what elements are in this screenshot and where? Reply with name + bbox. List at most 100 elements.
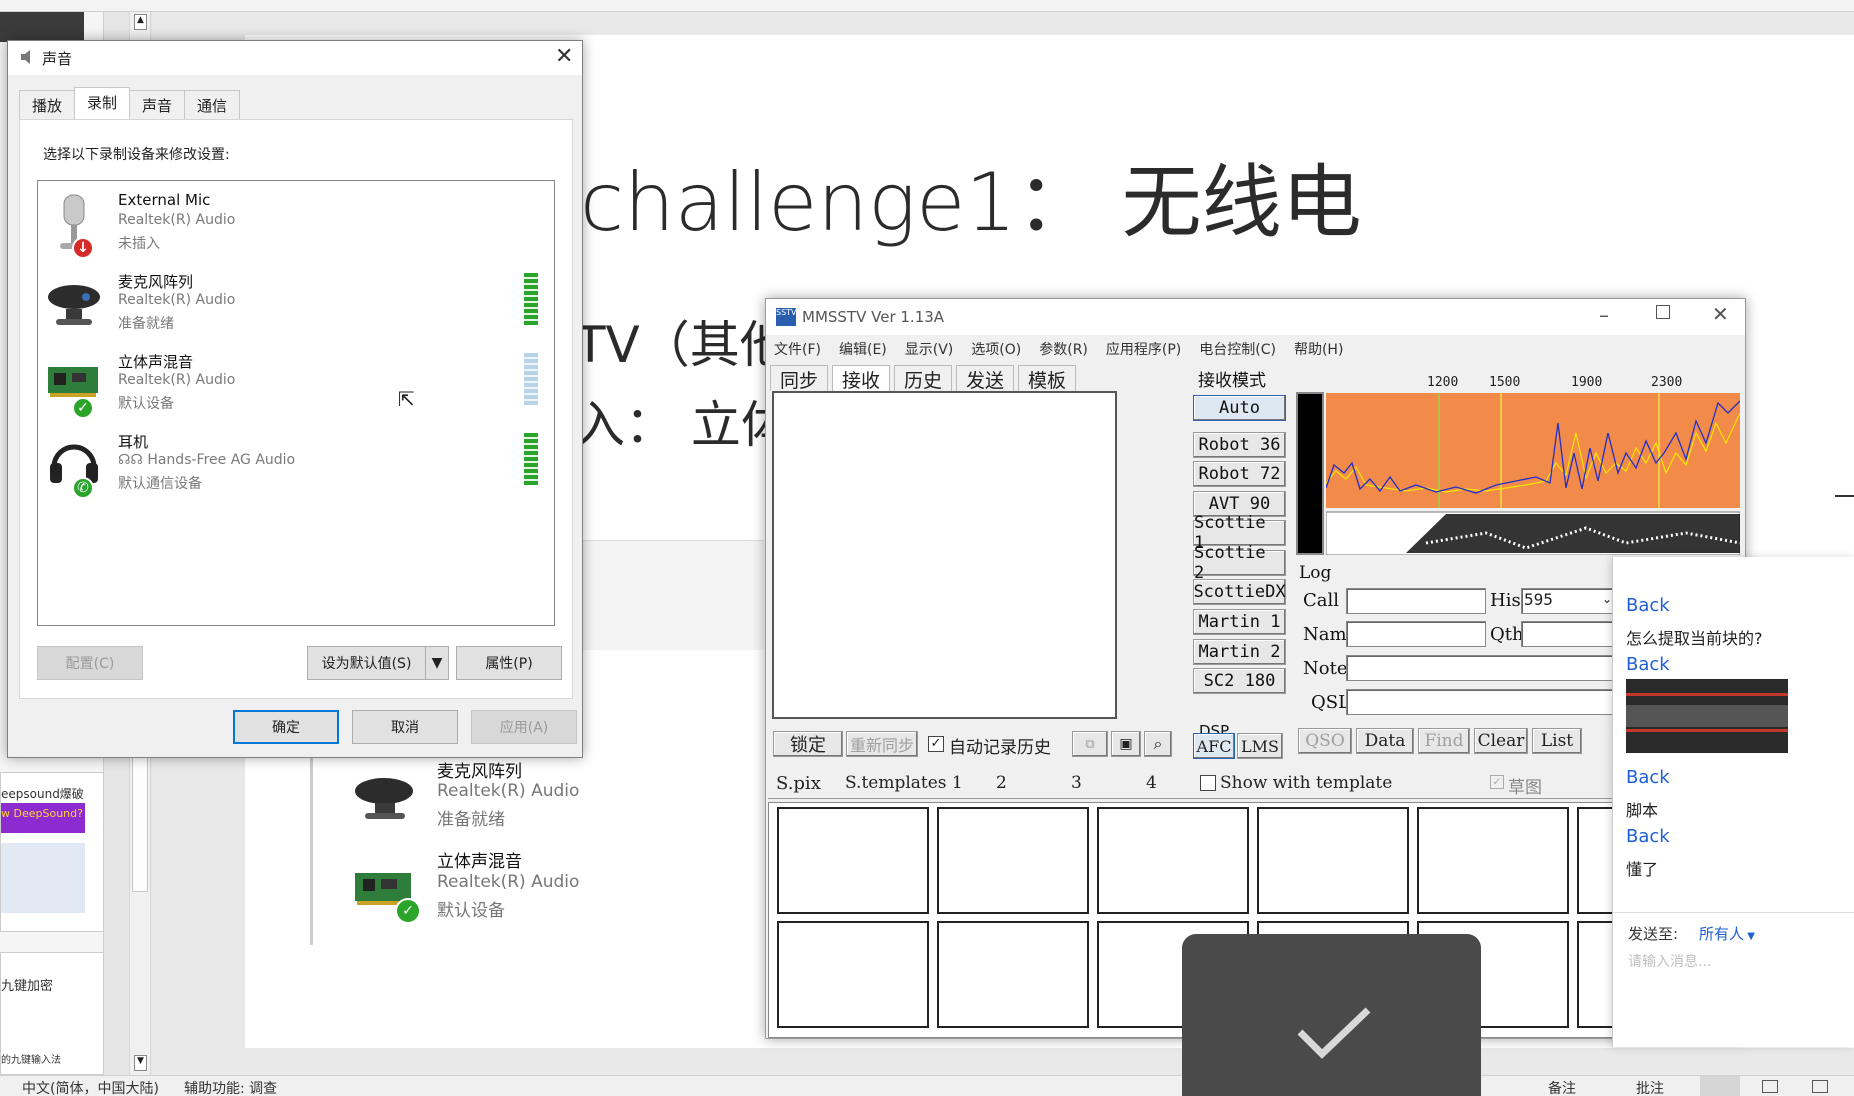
his-select[interactable]: 595 ⌄ [1521, 588, 1617, 614]
mode-scottie2[interactable]: Scottie 2 [1193, 543, 1286, 583]
maximize-icon[interactable] [1656, 305, 1670, 319]
qth-input[interactable] [1521, 621, 1617, 647]
slide-thumbnail[interactable]: 九键加密 的九键输入法 [0, 952, 104, 1075]
resync-button[interactable]: 重新同步 [846, 731, 918, 757]
picture-slot[interactable] [937, 921, 1089, 1028]
lock-button[interactable]: 锁定 [773, 731, 843, 757]
qso-button[interactable]: QSO [1298, 728, 1352, 754]
afc-button[interactable]: AFC [1193, 733, 1235, 759]
data-button[interactable]: Data [1356, 728, 1414, 754]
picture-slot[interactable] [1257, 807, 1409, 914]
mode-martin1[interactable]: Martin 1 [1193, 609, 1286, 635]
slide-thumbnail[interactable]: eepsound爆破 w DeepSound? [0, 772, 104, 932]
slide-title[interactable]: challenge1： 无线电 [580, 138, 1362, 254]
chevron-down-icon[interactable]: ▼ [425, 646, 449, 680]
close-icon[interactable]: ✕ [1712, 302, 1729, 326]
thumbnail-dark[interactable] [0, 12, 84, 42]
send-to-select[interactable]: 所有人 ▼ [1699, 923, 1755, 944]
note-input[interactable] [1346, 655, 1617, 681]
webcam-mic-icon [46, 277, 102, 337]
show-template-checkbox[interactable] [1200, 775, 1216, 791]
picture-slot[interactable] [777, 921, 929, 1028]
call-input[interactable] [1346, 588, 1486, 614]
list-button[interactable]: List [1532, 728, 1582, 754]
tab-transmit[interactable]: 发送 [956, 365, 1015, 392]
lms-button[interactable]: LMS [1237, 733, 1283, 759]
tab-templates[interactable]: 模板 [1018, 365, 1077, 392]
mode-auto[interactable]: Auto [1193, 395, 1286, 421]
menu-edit[interactable]: 编辑(E) [839, 342, 887, 358]
accessibility-status[interactable]: 辅助功能: 调查 [184, 1078, 277, 1096]
picture-slot[interactable] [1097, 807, 1249, 914]
tab-3[interactable]: 3 [1071, 773, 1082, 793]
tab-2[interactable]: 2 [996, 773, 1007, 793]
device-item[interactable]: 麦克风阵列 Realtek(R) Audio 准备就绪 [38, 269, 554, 345]
tab-history[interactable]: 历史 [894, 365, 953, 392]
menu-params[interactable]: 参数(R) [1039, 342, 1088, 358]
tab-sync[interactable]: 同步 [770, 365, 829, 392]
device-list[interactable]: ↓ External Mic Realtek(R) Audio 未插入 麦克风阵… [37, 180, 555, 626]
cancel-button[interactable]: 取消 [352, 710, 458, 744]
picture-slot[interactable] [777, 807, 929, 914]
chat-input[interactable]: 请输入消息... [1628, 951, 1711, 971]
picture-slot[interactable] [1417, 807, 1569, 914]
chevron-down-icon[interactable]: ⌄ [1602, 592, 1612, 606]
configure-button[interactable]: 配置(C) [37, 646, 143, 680]
comments-button[interactable]: 批注 [1636, 1078, 1664, 1096]
close-icon[interactable]: ✕ [555, 44, 573, 69]
slide-text-line[interactable]: 入： 立体 [575, 385, 791, 457]
mode-robot72[interactable]: Robot 72 [1193, 461, 1286, 487]
menu-view[interactable]: 显示(V) [905, 342, 954, 358]
rx-image-area[interactable] [772, 391, 1117, 719]
language-status[interactable]: 中文(简体，中国大陆) [22, 1078, 159, 1096]
thumb-caption: 的九键输入法 [1, 1055, 61, 1066]
title-bar[interactable]: 声音 ✕ [8, 41, 582, 75]
tab-receive[interactable]: 接收 [832, 365, 891, 392]
chat-image[interactable] [1626, 679, 1788, 753]
spectrum-panel[interactable]: 1200 1500 1900 2300 [1326, 375, 1740, 555]
scroll-up-icon[interactable]: ▲ [134, 14, 147, 30]
mode-scottiedx[interactable]: ScottieDX [1193, 579, 1286, 605]
back-link[interactable]: Back [1626, 826, 1670, 847]
mode-sc2-180[interactable]: SC2 180 [1193, 668, 1286, 694]
qsl-input[interactable] [1346, 689, 1617, 715]
name-input[interactable] [1346, 621, 1486, 647]
tab-recording[interactable]: 录制 [74, 87, 131, 120]
picture-slot[interactable] [937, 807, 1089, 914]
notes-button[interactable]: 备注 [1548, 1078, 1576, 1096]
device-item[interactable]: ✓ 立体声混音 Realtek(R) Audio 默认设备 [38, 349, 554, 425]
copy-image-icon[interactable]: ⧉ [1072, 731, 1108, 757]
tab-spix[interactable]: S.pix [776, 773, 821, 794]
slide-text-line[interactable]: TV（其他 [575, 305, 790, 377]
back-link[interactable]: Back [1626, 595, 1670, 616]
menu-help[interactable]: 帮助(H) [1294, 342, 1343, 358]
tab-templates-1[interactable]: S.templates 1 [845, 773, 963, 793]
scroll-down-icon[interactable]: ▼ [134, 1055, 147, 1071]
set-default-button[interactable]: 设为默认值(S) [307, 646, 425, 680]
properties-button[interactable]: 属性(P) [456, 646, 562, 680]
menu-apps[interactable]: 应用程序(P) [1106, 342, 1181, 358]
draft-checkbox[interactable]: ✓ [1490, 775, 1504, 789]
magnifier-icon[interactable]: ⌕ [1144, 731, 1172, 757]
apply-button[interactable]: 应用(A) [471, 710, 577, 744]
back-link[interactable]: Back [1626, 654, 1670, 675]
mode-martin2[interactable]: Martin 2 [1193, 639, 1286, 665]
reading-view-icon[interactable] [1812, 1080, 1828, 1093]
title-bar[interactable]: SSTV MMSSTV Ver 1.13A – ✕ [766, 299, 1745, 335]
back-link[interactable]: Back [1626, 767, 1670, 788]
normal-view-icon[interactable] [1700, 1076, 1740, 1096]
find-button[interactable]: Find [1418, 728, 1470, 754]
minimize-icon[interactable]: – [1599, 303, 1609, 327]
menu-file[interactable]: 文件(F) [774, 342, 821, 358]
device-item[interactable]: ✆ 耳机 ☊☊ Hands-Free AG Audio 默认通信设备 [38, 429, 554, 505]
device-item[interactable]: ↓ External Mic Realtek(R) Audio 未插入 [38, 189, 554, 265]
ok-button[interactable]: 确定 [233, 710, 339, 744]
menu-radio[interactable]: 电台控制(C) [1199, 342, 1276, 358]
mode-robot36[interactable]: Robot 36 [1193, 432, 1286, 458]
tab-4[interactable]: 4 [1146, 773, 1157, 793]
autolog-checkbox[interactable]: ✓ [928, 736, 944, 752]
sorter-view-icon[interactable] [1762, 1080, 1778, 1093]
tv-color-icon[interactable]: ▣ [1111, 731, 1141, 757]
clear-button[interactable]: Clear [1474, 728, 1528, 754]
menu-options[interactable]: 选项(O) [971, 342, 1021, 358]
